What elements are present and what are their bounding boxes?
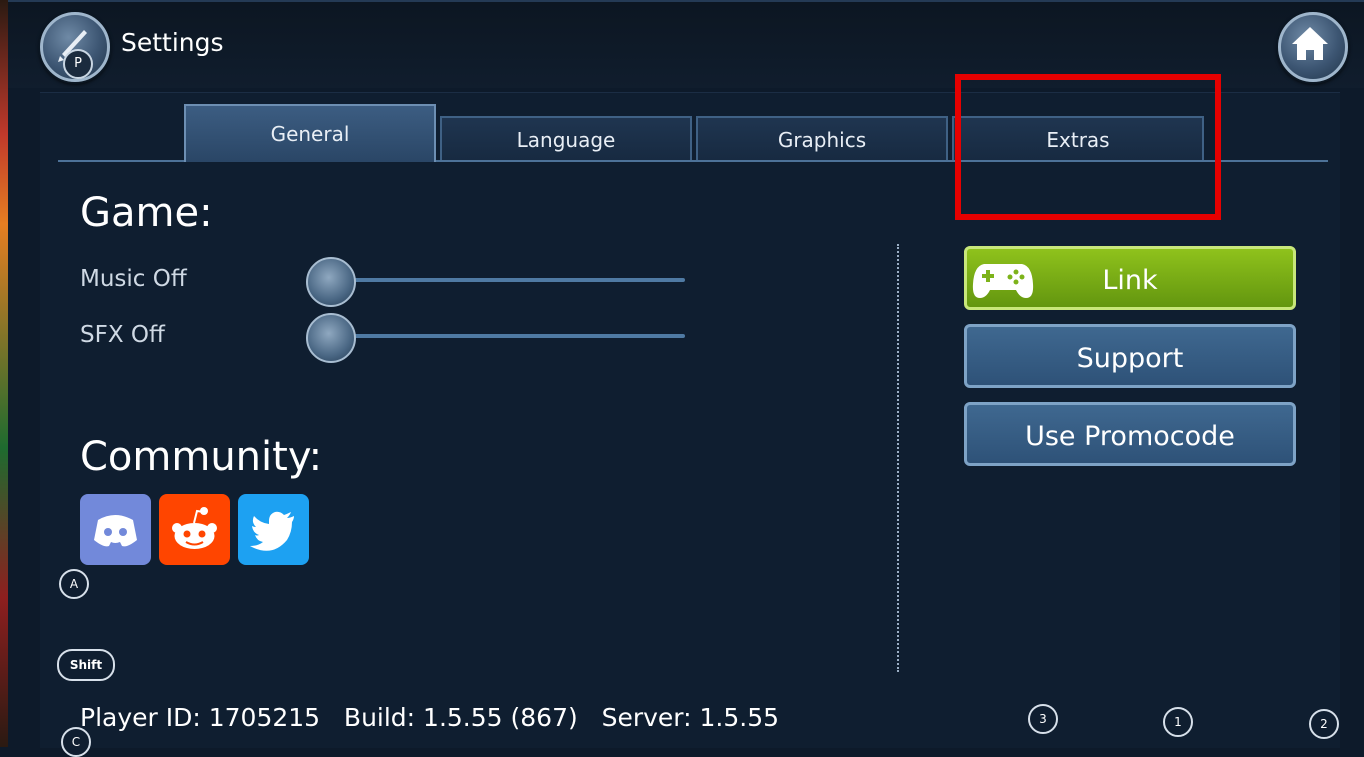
settings-button[interactable]: P: [40, 12, 110, 82]
tab-language[interactable]: Language: [440, 116, 692, 160]
twitter-button[interactable]: [238, 494, 309, 565]
community-section-title: Community:: [80, 434, 323, 480]
page-title: Settings: [121, 28, 224, 57]
music-slider-track[interactable]: [340, 278, 685, 282]
discord-icon: [94, 515, 137, 547]
game-section-title: Game:: [80, 190, 213, 236]
sfx-slider-knob[interactable]: [306, 313, 356, 363]
twitter-icon: [250, 511, 294, 551]
hotkey-2-badge: 2: [1309, 709, 1339, 739]
background-edge: [0, 0, 8, 747]
support-button[interactable]: Support: [964, 324, 1296, 388]
hotkey-shift-badge: Shift: [57, 649, 115, 681]
hotkey-a-badge: A: [59, 569, 89, 599]
build-info: Player ID: 1705215 Build: 1.5.55 (867) S…: [80, 703, 779, 732]
sfx-label: SFX Off: [80, 322, 165, 348]
tab-general[interactable]: General: [184, 104, 436, 162]
column-divider: [897, 244, 899, 672]
hotkey-1-badge: 1: [1163, 707, 1193, 737]
sfx-slider-track[interactable]: [340, 334, 685, 338]
reddit-icon: [172, 507, 217, 549]
tab-extras[interactable]: Extras: [952, 116, 1204, 160]
hotkey-3-badge: 3: [1028, 704, 1058, 734]
home-button[interactable]: [1278, 12, 1348, 82]
home-icon: [1292, 27, 1328, 60]
gamepad-icon: [972, 264, 1034, 298]
music-label: Music Off: [80, 266, 187, 292]
link-button-label: Link: [1102, 265, 1158, 296]
discord-button[interactable]: [80, 494, 151, 565]
music-slider-knob[interactable]: [306, 257, 356, 307]
use-promocode-button[interactable]: Use Promocode: [964, 402, 1296, 466]
settings-hotkey-badge: P: [63, 49, 93, 79]
reddit-button[interactable]: [159, 494, 230, 565]
tab-graphics[interactable]: Graphics: [696, 116, 948, 160]
